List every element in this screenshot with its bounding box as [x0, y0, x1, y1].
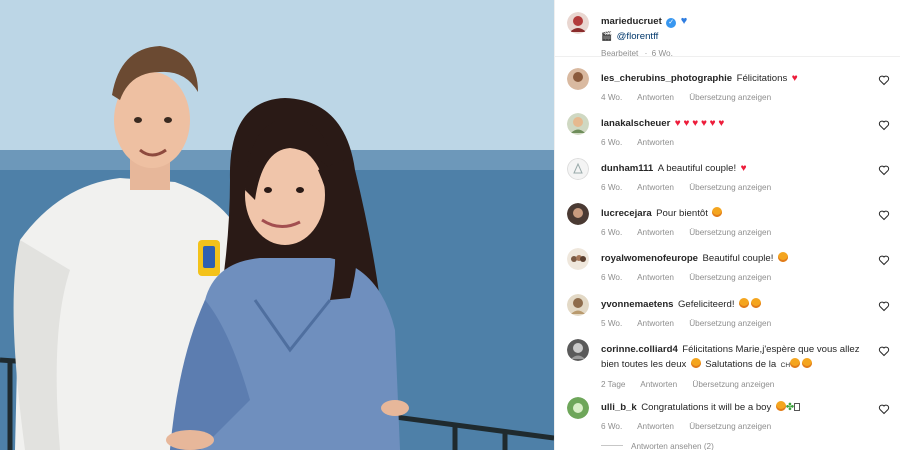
reply-button[interactable]: Antworten: [637, 422, 674, 431]
verified-badge-icon: ✓: [666, 18, 677, 28]
post-caption: marieducruet ✓ ♥ 🎬 @florentff Bearbeitet…: [567, 8, 897, 58]
like-heart-icon[interactable]: [878, 345, 890, 357]
commenter-avatar[interactable]: [567, 113, 589, 135]
comment-username[interactable]: yvonnemaetens: [601, 299, 674, 310]
comment-text: Congratulations it will be a boy: [641, 402, 772, 413]
comment-username[interactable]: les_cherubins_photographie: [601, 73, 732, 84]
smiling-emoji: [790, 358, 801, 368]
red-heart-emoji: ♥: [740, 163, 747, 174]
commenter-avatar[interactable]: [567, 158, 589, 180]
author-avatar[interactable]: [567, 12, 589, 34]
blue-heart-icon: ♥: [680, 15, 688, 27]
like-heart-icon[interactable]: [878, 300, 890, 312]
comment-text: Pour bientôt: [656, 208, 708, 219]
comment-text: Beautiful couple!: [702, 253, 774, 264]
heart-eyes-emoji: [777, 252, 788, 262]
translate-button[interactable]: Übersetzung anzeigen: [689, 228, 771, 237]
post-photo: [0, 0, 554, 450]
reply-button[interactable]: Antworten: [637, 93, 674, 102]
commenter-avatar[interactable]: [567, 397, 589, 419]
replies-divider: [601, 445, 623, 446]
comment-age: 5 Wo.: [601, 319, 623, 328]
translate-button[interactable]: Übersetzung anzeigen: [692, 380, 774, 389]
reply-button[interactable]: Antworten: [637, 183, 674, 192]
reply-button[interactable]: Antworten: [640, 380, 677, 389]
like-heart-icon[interactable]: [878, 254, 890, 266]
comment-username[interactable]: dunham111: [601, 163, 653, 174]
like-heart-icon[interactable]: [878, 403, 890, 415]
translate-button[interactable]: Übersetzung anzeigen: [689, 183, 771, 192]
heart-eyes-emoji: [712, 207, 723, 217]
comment-username[interactable]: ulli_b_k: [601, 402, 637, 413]
comment-username[interactable]: lucrecejara: [601, 208, 652, 219]
red-heart-emoji: ♥: [791, 73, 798, 84]
red-hearts-emoji: ♥ ♥ ♥ ♥ ♥ ♥: [674, 118, 725, 129]
comment-text: Gefeliciteerd!: [677, 299, 735, 310]
author-username[interactable]: marieducruet: [601, 16, 662, 27]
translate-button[interactable]: Übersetzung anzeigen: [689, 273, 771, 282]
view-replies-label: Antworten ansehen (2): [631, 442, 714, 450]
comment-text: A beautiful couple!: [657, 163, 737, 174]
like-heart-icon[interactable]: [878, 119, 890, 131]
clapperboard-icon: 🎬: [601, 31, 613, 41]
reply-button[interactable]: Antworten: [637, 138, 674, 147]
mention-link[interactable]: @florentff: [617, 31, 659, 42]
translate-button[interactable]: Übersetzung anzeigen: [689, 422, 771, 431]
unknown-glyph-icon: [794, 403, 801, 411]
comment-age: 6 Wo.: [601, 138, 623, 147]
comment-age: 6 Wo.: [601, 183, 623, 192]
view-replies-button[interactable]: Antworten ansehen (2): [601, 442, 714, 450]
commenter-avatar[interactable]: [567, 248, 589, 270]
comment-text-continued: Salutations de la: [705, 359, 777, 370]
commenter-avatar[interactable]: [567, 68, 589, 90]
commenter-avatar[interactable]: [567, 339, 589, 361]
heart-eyes-emoji: [750, 298, 761, 308]
comment-age: 6 Wo.: [601, 422, 623, 431]
comment-text: Félicitations: [736, 73, 788, 84]
comment-username[interactable]: lanakalscheuer: [601, 118, 670, 129]
couple-photo-illustration: [0, 0, 554, 450]
comment-age: 6 Wo.: [601, 273, 623, 282]
heart-eyes-emoji: [775, 401, 786, 411]
comment-username[interactable]: corinne.colliard4: [601, 344, 678, 355]
reply-button[interactable]: Antworten: [637, 273, 674, 282]
heart-eyes-emoji: [690, 358, 701, 368]
commenter-avatar[interactable]: [567, 294, 589, 316]
translate-button[interactable]: Übersetzung anzeigen: [689, 319, 771, 328]
smiling-emoji: [802, 358, 813, 368]
comment-age: 2 Tage: [601, 380, 626, 389]
commenter-avatar[interactable]: [567, 203, 589, 225]
four-leaf-clover-emoji: ✤: [785, 402, 795, 413]
comment-text-country: CH: [780, 362, 791, 369]
translate-button[interactable]: Übersetzung anzeigen: [689, 93, 771, 102]
like-heart-icon[interactable]: [878, 164, 890, 176]
instagram-post-view: marieducruet ✓ ♥ 🎬 @florentff Bearbeitet…: [0, 0, 900, 450]
comment-age: 4 Wo.: [601, 93, 623, 102]
like-heart-icon[interactable]: [878, 74, 890, 86]
heart-eyes-emoji: [738, 298, 749, 308]
header-divider: [555, 56, 900, 57]
comments-panel: marieducruet ✓ ♥ 🎬 @florentff Bearbeitet…: [554, 0, 900, 450]
comment-username[interactable]: royalwomenofeurope: [601, 253, 698, 264]
reply-button[interactable]: Antworten: [637, 319, 674, 328]
like-heart-icon[interactable]: [878, 209, 890, 221]
comment-age: 6 Wo.: [601, 228, 623, 237]
reply-button[interactable]: Antworten: [637, 228, 674, 237]
